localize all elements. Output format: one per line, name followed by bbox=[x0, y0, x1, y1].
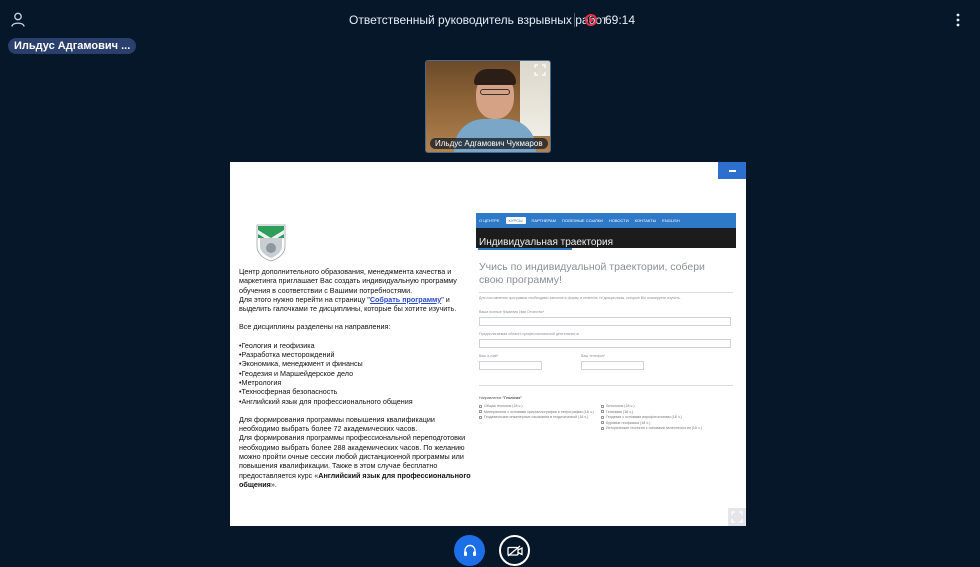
field-label-phone: Ваш телефон* bbox=[581, 354, 606, 358]
build-program-link[interactable]: Собрать программу bbox=[370, 295, 441, 304]
link-prefix: Для этого нужно перейти на страницу " bbox=[239, 294, 370, 304]
webcam-tile[interactable]: Ильдус Адгамович Чукмаров bbox=[425, 60, 551, 153]
session-timer: 69:14 bbox=[605, 13, 636, 27]
website-heading: Учись по индивидуальной траектории, собе… bbox=[479, 261, 705, 286]
fullscreen-button[interactable] bbox=[728, 508, 746, 526]
camera-button[interactable] bbox=[499, 535, 530, 566]
discipline-option: Геодезические инженерные изыскания в гео… bbox=[479, 415, 597, 421]
minus-icon bbox=[728, 169, 736, 172]
nav-item: КОНТАКТЫ bbox=[634, 218, 657, 223]
discipline-label: Минералогия с основами кристаллографии и… bbox=[484, 409, 594, 414]
checkbox-icon bbox=[601, 415, 604, 419]
separator bbox=[479, 292, 733, 293]
name-field bbox=[479, 317, 731, 326]
checkbox-icon bbox=[601, 426, 604, 430]
banner-title: Индивидуальная траектория bbox=[479, 237, 613, 248]
direction-item: •Геология и геофизика bbox=[239, 340, 315, 350]
field-label-name: Ваши полные Фамилия Имя Отчество* bbox=[479, 310, 545, 314]
retraining-suffix: ». bbox=[270, 479, 277, 489]
presenter-name: Ильдус Адгамович ... bbox=[14, 40, 131, 52]
discipline-label: Геодезические инженерные изыскания в гео… bbox=[484, 415, 589, 420]
email-group: Ваш e-mail* bbox=[479, 354, 542, 370]
directions-block: Все дисциплины разделены на направления: bbox=[239, 322, 473, 331]
session-title: Ответственный руководитель взрывных рабо… bbox=[349, 13, 608, 27]
recording-icon[interactable] bbox=[585, 14, 597, 26]
checkbox-icon bbox=[479, 410, 482, 414]
discipline-option: Исторические геология с основами палеонт… bbox=[601, 426, 721, 432]
direction-item: •Английский язык для профессионального о… bbox=[239, 396, 413, 406]
top-bar: Ответственный руководитель взрывных рабо… bbox=[0, 0, 980, 40]
direction-name: "Геология" bbox=[502, 396, 523, 400]
field-label-email: Ваш e-mail* bbox=[479, 354, 499, 358]
nav-item: ENGLISH bbox=[662, 218, 680, 223]
qualification-text: Для формирования программы повышения ква… bbox=[239, 414, 435, 434]
camera-off-icon bbox=[506, 545, 523, 556]
video-participant-name: Ильдус Адгамович Чукмаров bbox=[430, 138, 548, 149]
direction-item: •Разработка месторождений bbox=[239, 350, 335, 360]
website-screenshot: О ЦЕНТРЕ КУРСЫ ПАРТНЕРАМ ПОЛЕЗНЫЕ ССЫЛКИ… bbox=[476, 213, 736, 463]
checkbox-icon bbox=[601, 421, 604, 425]
discipline-label: Исторические геология с основами палеонт… bbox=[606, 426, 702, 431]
media-controls bbox=[0, 532, 980, 567]
course-description: Центр дополнительного образования, менед… bbox=[239, 267, 473, 498]
intro-paragraph: Центр дополнительного образования, менед… bbox=[239, 267, 473, 313]
website-banner: Индивидуальная траектория bbox=[476, 228, 736, 248]
more-options-icon[interactable] bbox=[954, 12, 962, 28]
video-person-hair bbox=[474, 69, 516, 85]
fullscreen-icon bbox=[731, 511, 743, 523]
website-nav: О ЦЕНТРЕ КУРСЫ ПАРТНЕРАМ ПОЛЕЗНЫЕ ССЫЛКИ… bbox=[476, 213, 736, 228]
direction-item: •Техносферная безопасность bbox=[239, 387, 338, 397]
phone-field bbox=[581, 361, 644, 370]
expand-icon[interactable] bbox=[534, 64, 546, 76]
email-field bbox=[479, 361, 542, 370]
discipline-label: Геодезия с основами аэрофотосъемки (18 ч… bbox=[606, 415, 682, 420]
form-description: Для составления программы необходимо зап… bbox=[479, 296, 681, 300]
area-field bbox=[479, 339, 731, 348]
nav-item: О ЦЕНТРЕ bbox=[479, 218, 500, 223]
directions-heading: Все дисциплины разделены на направления: bbox=[239, 322, 391, 332]
more-ellipsis: ... bbox=[479, 420, 482, 425]
nav-item: ПАРТНЕРАМ bbox=[531, 218, 556, 223]
field-label-area: Предполагаемая область профессиональной … bbox=[479, 332, 579, 336]
checkbox-icon bbox=[601, 404, 604, 408]
direction-item: •Экономика, менеджмент и финансы bbox=[239, 359, 363, 369]
checklist-column-left: Общая геология (18 ч.) Минералогия с осн… bbox=[479, 404, 597, 432]
direction-item: •Геодезия и Маршейдерское дело bbox=[239, 368, 354, 378]
contact-row: Ваш e-mail* Ваш телефон* bbox=[479, 354, 733, 370]
discipline-label: Геохимия (18 ч.) bbox=[606, 409, 634, 414]
audio-button[interactable] bbox=[454, 535, 485, 566]
presenter-chip[interactable]: Ильдус Адгамович ... bbox=[8, 38, 136, 54]
headphones-icon bbox=[463, 544, 476, 556]
direction-prefix: Направление bbox=[479, 396, 503, 400]
direction-title: Направление "Геология" bbox=[479, 396, 733, 401]
university-logo bbox=[256, 224, 286, 262]
discipline-label: Буровые геофизика (18 ч.) bbox=[606, 420, 651, 425]
checklist-column-right: Литология (18 ч.) Геохимия (18 ч.) Геоде… bbox=[601, 404, 721, 432]
header-divider bbox=[574, 13, 575, 27]
discipline-label: Общая геология (18 ч.) bbox=[484, 404, 523, 408]
checkbox-icon bbox=[479, 415, 482, 419]
checkbox-icon bbox=[479, 404, 482, 408]
nav-item: НОВОСТИ bbox=[608, 218, 629, 223]
discipline-label: Литология (18 ч.) bbox=[606, 404, 635, 408]
discipline-checklist: Общая геология (18 ч.) Минералогия с осн… bbox=[479, 404, 733, 432]
checkbox-icon bbox=[601, 410, 604, 414]
nav-item: ПОЛЕЗНЫЕ ССЫЛКИ bbox=[561, 218, 603, 223]
minimize-presentation-button[interactable] bbox=[718, 162, 746, 179]
participants-icon[interactable] bbox=[11, 12, 25, 27]
shared-presentation: Центр дополнительного образования, менед… bbox=[230, 162, 746, 526]
direction-item: •Метрология bbox=[239, 377, 282, 387]
hours-paragraph: Для формирования программы повышения ква… bbox=[239, 415, 473, 489]
intro-text: Центр дополнительного образования, менед… bbox=[239, 267, 457, 295]
video-person-glasses bbox=[480, 89, 510, 95]
separator bbox=[479, 385, 733, 386]
phone-group: Ваш телефон* bbox=[581, 354, 644, 370]
nav-item-active: КУРСЫ bbox=[505, 217, 526, 224]
